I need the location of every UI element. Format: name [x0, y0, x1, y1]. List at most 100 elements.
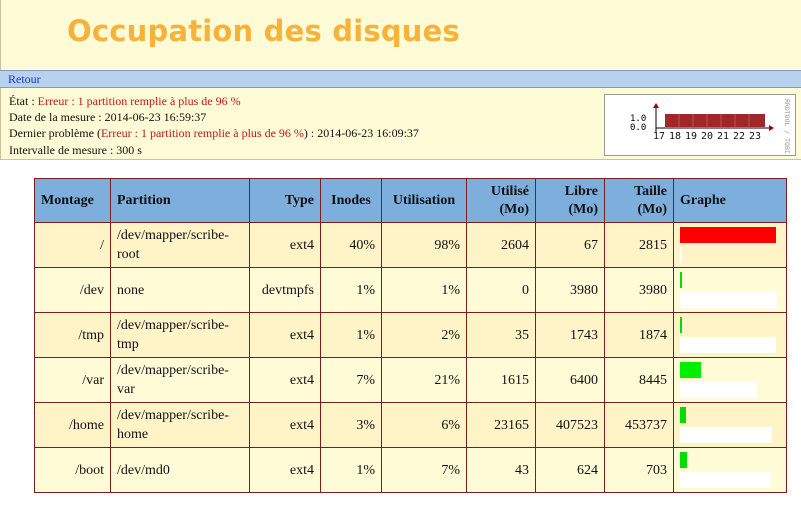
- cell-type: ext4: [249, 357, 321, 403]
- cell-inodes: 3%: [320, 402, 382, 448]
- cell-partition: none: [110, 267, 250, 313]
- col-header-type: Type: [249, 178, 321, 223]
- date-value: 2014-06-23 16:59:37: [104, 110, 207, 124]
- cell-free: 67: [535, 222, 605, 268]
- free-bar: [680, 382, 757, 398]
- col-header-usage: Utilisation: [381, 178, 467, 223]
- cell-free: 624: [535, 447, 605, 493]
- col-header-partition: Partition: [110, 178, 250, 223]
- spark-x-arrow-icon: [769, 125, 774, 131]
- table-row: /dev none devtmpfs 1% 1% 0 3980 3980: [34, 267, 787, 313]
- sparkline-svg: 1.0 0.0 17 18 19 20 21 22 23 RRDTOOL / T…: [630, 99, 791, 185]
- cell-used: 1615: [466, 357, 536, 403]
- cell-used: 0: [466, 267, 536, 313]
- cell-size: 453737: [604, 402, 674, 448]
- cell-graph: [673, 447, 787, 493]
- last-problem-sep: ) :: [303, 126, 318, 140]
- col-header-mount: Montage: [34, 178, 111, 223]
- usage-bar: [680, 407, 686, 423]
- cell-mount: /home: [34, 402, 111, 448]
- free-bar: [680, 292, 777, 308]
- table-row: /tmp/dev/mapper/scribe-tmp ext4 1% 2% 35 1743…: [34, 312, 787, 358]
- cell-mount: /boot: [34, 447, 111, 493]
- usage-bar: [680, 362, 701, 378]
- cell-mount: /: [34, 222, 111, 268]
- back-link[interactable]: Retour: [8, 72, 41, 87]
- interval-line: Intervalle de mesure : 300 s: [9, 143, 142, 158]
- col-header-free: Libre (Mo): [535, 178, 605, 223]
- interval-value: 300 s: [116, 143, 142, 157]
- cell-size: 703: [604, 447, 674, 493]
- spark-xtick-21: 21: [717, 131, 729, 142]
- col-header-graph: Graphe: [673, 178, 787, 223]
- cell-free: 1743: [535, 312, 605, 358]
- cell-inodes: 40%: [320, 222, 382, 268]
- cell-usage: 21%: [381, 357, 467, 403]
- cell-free: 407523: [535, 402, 605, 448]
- table-row: //dev/mapper/scribe-root ext4 40% 98% 2604 67…: [34, 222, 787, 268]
- col-header-size: Taille (Mo): [604, 178, 674, 223]
- usage-bar: [680, 452, 687, 468]
- cell-mount: /dev: [34, 267, 111, 313]
- cell-usage: 7%: [381, 447, 467, 493]
- last-problem-date: 2014-06-23 16:09:37: [317, 126, 419, 140]
- cell-graph: [673, 357, 787, 403]
- state-value: Erreur : 1 partition remplie à plus de 9…: [37, 94, 241, 108]
- cell-used: 43: [466, 447, 536, 493]
- cell-graph: [673, 402, 787, 448]
- cell-type: ext4: [249, 447, 321, 493]
- free-bar: [680, 472, 771, 488]
- cell-free: 3980: [535, 267, 605, 313]
- last-problem-line: Dernier problème (Erreur : 1 partition r…: [9, 126, 419, 141]
- page-header: Occupation des disques: [0, 0, 801, 70]
- spark-xtick-19: 19: [685, 131, 697, 142]
- spark-xtick-23: 23: [749, 131, 761, 142]
- cell-inodes: 7%: [320, 357, 382, 403]
- cell-type: ext4: [249, 222, 321, 268]
- cell-usage: 1%: [381, 267, 467, 313]
- usage-bar: [680, 317, 682, 333]
- spark-ytick-0: 0.0: [630, 123, 646, 133]
- status-sparkline[interactable]: 1.0 0.0 17 18 19 20 21 22 23 RRDTOOL / T…: [604, 94, 796, 185]
- cell-type: ext4: [249, 402, 321, 448]
- cell-partition: /dev/mapper/scribe-home: [110, 402, 250, 448]
- last-problem-error: Erreur : 1 partition remplie à plus de 9…: [100, 126, 304, 140]
- date-label: Date de la mesure :: [9, 110, 105, 124]
- free-bar: [680, 427, 772, 443]
- nav-bar: Retour: [0, 70, 801, 88]
- cell-size: 8445: [604, 357, 674, 403]
- spark-xtick-20: 20: [701, 131, 713, 142]
- cell-free: 6400: [535, 357, 605, 403]
- cell-usage: 2%: [381, 312, 467, 358]
- cell-inodes: 1%: [320, 267, 382, 313]
- table-header-row: Montage Partition Type Inodes Utilisatio…: [34, 178, 787, 223]
- state-line: État : Erreur : 1 partition remplie à pl…: [9, 94, 241, 109]
- spark-y-arrow-icon: [653, 103, 659, 108]
- free-bar: [680, 247, 682, 263]
- spark-watermark: RRDTOOL / TOBI OETIKER: [783, 99, 791, 155]
- free-bar: [680, 337, 776, 353]
- cell-used: 23165: [466, 402, 536, 448]
- table-row: /boot/dev/md0 ext4 1% 7% 43 624 703: [34, 447, 787, 493]
- spark-area: [665, 114, 765, 127]
- cell-mount: /var: [34, 357, 111, 403]
- usage-bar: [680, 227, 776, 243]
- cell-inodes: 1%: [320, 312, 382, 358]
- cell-usage: 6%: [381, 402, 467, 448]
- table-row: /home/dev/mapper/scribe-home ext4 3% 6% 2316…: [34, 402, 787, 448]
- cell-size: 1874: [604, 312, 674, 358]
- table-row: /var/dev/mapper/scribe-var ext4 7% 21% 1615 6…: [34, 357, 787, 403]
- cell-partition: /dev/mapper/scribe-var: [110, 357, 250, 403]
- cell-partition: /dev/md0: [110, 447, 250, 493]
- cell-type: ext4: [249, 312, 321, 358]
- interval-label: Intervalle de mesure :: [9, 143, 117, 157]
- spark-xtick-18: 18: [669, 131, 681, 142]
- disk-usage-table: Montage Partition Type Inodes Utilisatio…: [34, 178, 787, 493]
- last-problem-label: Dernier problème (: [9, 126, 101, 140]
- usage-bar: [680, 272, 682, 288]
- col-header-used: Utilisé (Mo): [466, 178, 536, 223]
- cell-partition: /dev/mapper/scribe-root: [110, 222, 250, 268]
- cell-inodes: 1%: [320, 447, 382, 493]
- cell-used: 2604: [466, 222, 536, 268]
- spark-xtick-17: 17: [653, 131, 665, 142]
